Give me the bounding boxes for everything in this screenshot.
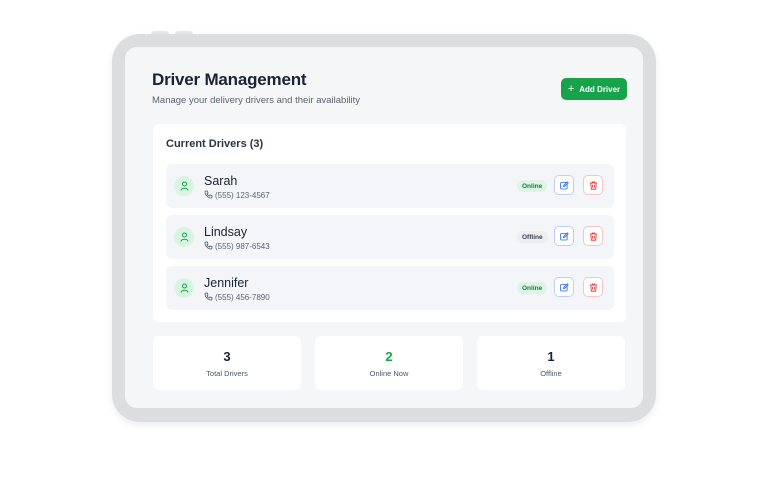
page-subtitle: Manage your delivery drivers and their a…	[152, 95, 361, 106]
stat-value: 3	[223, 349, 231, 364]
status-badge: Online	[517, 180, 548, 192]
driver-phone: (555) 987-6543	[204, 241, 270, 252]
edit-driver-button[interactable]	[554, 175, 574, 195]
add-driver-button[interactable]: + Add Driver	[561, 78, 627, 100]
driver-row: Jennifer (555) 456-7890 Online	[166, 266, 614, 310]
stat-card-total-drivers: 3 Total Drivers	[153, 336, 301, 390]
delete-driver-button[interactable]	[583, 175, 603, 195]
edit-icon	[559, 178, 569, 193]
driver-name: Lindsay	[204, 225, 248, 239]
current-drivers-card: Current Drivers (3) Sarah (555) 123-4567…	[153, 124, 626, 322]
stat-card-online-now: 2 Online Now	[315, 336, 463, 390]
status-badge: Offline	[517, 231, 548, 243]
driver-phone-number: (555) 456-7890	[215, 293, 270, 302]
driver-name: Jennifer	[204, 276, 249, 290]
user-icon	[174, 227, 194, 247]
stat-card-offline: 1 Offline	[477, 336, 625, 390]
user-icon	[174, 278, 194, 298]
edit-icon	[559, 280, 569, 295]
app-screen: Driver Management Manage your delivery d…	[125, 47, 643, 408]
stat-label: Online Now	[369, 369, 409, 378]
page-title: Driver Management	[152, 70, 307, 89]
driver-row: Sarah (555) 123-4567 Online	[166, 164, 614, 208]
stat-value: 2	[385, 349, 393, 364]
trash-icon	[589, 280, 598, 295]
driver-row: Lindsay (555) 987-6543 Offline	[166, 215, 614, 259]
stat-value: 1	[547, 349, 555, 364]
driver-phone-number: (555) 123-4567	[215, 191, 270, 200]
plus-icon: +	[567, 82, 575, 95]
driver-phone: (555) 123-4567	[204, 190, 270, 201]
add-driver-label: Add Driver	[579, 84, 621, 94]
edit-driver-button[interactable]	[554, 226, 574, 246]
delete-driver-button[interactable]	[583, 277, 603, 297]
trash-icon	[589, 229, 598, 244]
delete-driver-button[interactable]	[583, 226, 603, 246]
status-badge: Online	[517, 282, 548, 294]
driver-phone-number: (555) 987-6543	[215, 242, 270, 251]
driver-phone: (555) 456-7890	[204, 292, 270, 303]
edit-icon	[559, 229, 569, 244]
user-icon	[174, 176, 194, 196]
phone-icon	[204, 190, 213, 201]
card-title: Current Drivers (3)	[166, 138, 264, 150]
phone-icon	[204, 292, 213, 303]
stat-label: Total Drivers	[206, 369, 248, 378]
edit-driver-button[interactable]	[554, 277, 574, 297]
phone-icon	[204, 241, 213, 252]
stat-label: Offline	[540, 369, 562, 378]
driver-name: Sarah	[204, 174, 238, 188]
trash-icon	[589, 178, 598, 193]
